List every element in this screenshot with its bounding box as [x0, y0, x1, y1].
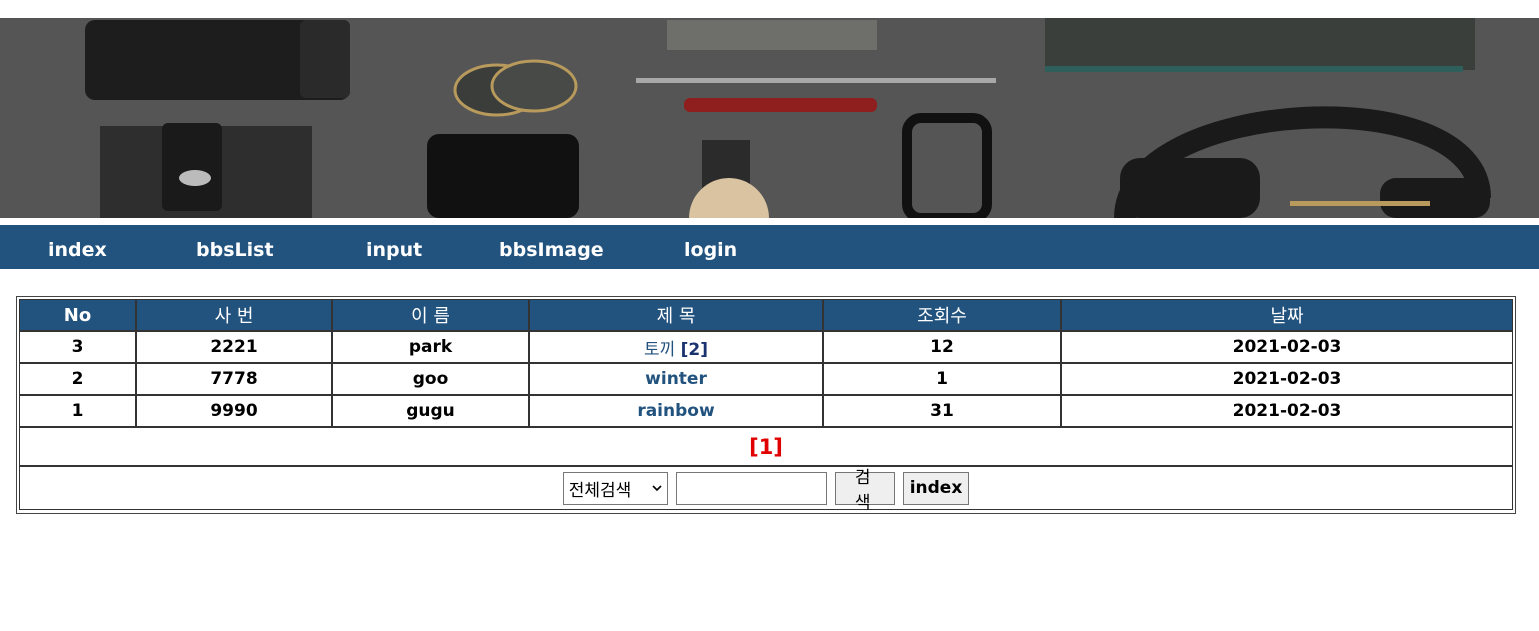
- index-button[interactable]: index: [902, 471, 970, 505]
- row-no: 2: [19, 363, 136, 395]
- nav-link-bbsimage[interactable]: bbsImage: [499, 225, 604, 269]
- search-field-select-value: 전체검색: [568, 480, 632, 501]
- row-subject: winter: [529, 363, 823, 395]
- nav-link-index[interactable]: index: [48, 225, 107, 269]
- row-name: gugu: [332, 395, 529, 427]
- row-date: 2021-02-03: [1061, 331, 1513, 363]
- search-field-select[interactable]: 전체검색: [562, 471, 668, 505]
- chevron-down-icon: [652, 485, 662, 492]
- header-banner-image: [0, 18, 1539, 218]
- row-no: 3: [19, 331, 136, 363]
- row-emp-no: 2221: [136, 331, 332, 363]
- row-date: 2021-02-03: [1061, 363, 1513, 395]
- reply-count-badge: [2]: [680, 339, 709, 360]
- nav-link-input[interactable]: input: [366, 225, 422, 269]
- column-header-views: 조회수: [823, 299, 1061, 331]
- nav-link-bbslist[interactable]: bbsList: [196, 225, 274, 269]
- column-header-date: 날짜: [1061, 299, 1513, 331]
- table-row: 3 2221 park 토끼 [2] 12 2021-02-03: [19, 331, 1513, 363]
- nav-link-login[interactable]: login: [684, 225, 737, 269]
- search-bar: 전체검색 검 색 index: [19, 466, 1513, 513]
- search-bar-row: 전체검색 검 색 index: [19, 466, 1513, 513]
- column-header-emp-no: 사 번: [136, 299, 332, 331]
- row-name: park: [332, 331, 529, 363]
- column-header-name: 이 름: [332, 299, 529, 331]
- board-container: No 사 번 이 름 제 목 조회수 날짜 3 2221 park 토끼 [2]…: [16, 296, 1516, 514]
- row-subject: rainbow: [529, 395, 823, 427]
- pagination: [1]: [19, 427, 1513, 466]
- row-views: 12: [823, 331, 1061, 363]
- subject-link[interactable]: winter: [645, 369, 707, 389]
- row-date: 2021-02-03: [1061, 395, 1513, 427]
- column-header-no: No: [19, 299, 136, 331]
- subject-link[interactable]: rainbow: [637, 401, 714, 421]
- search-button[interactable]: 검 색: [834, 468, 895, 513]
- row-emp-no: 7778: [136, 363, 332, 395]
- search-input[interactable]: [675, 471, 827, 505]
- board-table: No 사 번 이 름 제 목 조회수 날짜 3 2221 park 토끼 [2]…: [19, 299, 1513, 513]
- row-emp-no: 9990: [136, 395, 332, 427]
- top-nav-bar: index bbsList input bbsImage login: [0, 225, 1539, 269]
- table-row: 1 9990 gugu rainbow 31 2021-02-03: [19, 395, 1513, 427]
- board-header-row: No 사 번 이 름 제 목 조회수 날짜: [19, 299, 1513, 331]
- row-no: 1: [19, 395, 136, 427]
- pager-row: [1]: [19, 427, 1513, 466]
- column-header-subject: 제 목: [529, 299, 823, 331]
- row-views: 1: [823, 363, 1061, 395]
- row-subject: 토끼 [2]: [529, 331, 823, 363]
- subject-link[interactable]: 토끼: [644, 340, 675, 360]
- row-views: 31: [823, 395, 1061, 427]
- page-link-1[interactable]: [1]: [749, 435, 783, 459]
- row-name: goo: [332, 363, 529, 395]
- table-row: 2 7778 goo winter 1 2021-02-03: [19, 363, 1513, 395]
